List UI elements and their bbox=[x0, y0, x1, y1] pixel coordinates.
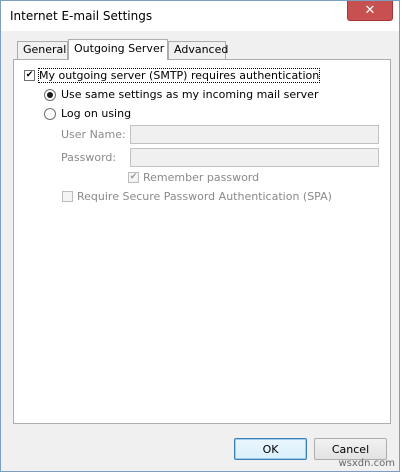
remember-password-label: Remember password bbox=[143, 171, 260, 184]
close-icon: ✕ bbox=[364, 3, 376, 18]
password-input[interactable] bbox=[130, 148, 379, 167]
title-bar: Internet E-mail Settings ✕ bbox=[1, 1, 399, 31]
dialog-window: Internet E-mail Settings ✕ General Outgo… bbox=[0, 0, 400, 472]
close-button[interactable]: ✕ bbox=[347, 1, 393, 21]
window-title: Internet E-mail Settings bbox=[10, 9, 153, 23]
same-settings-label: Use same settings as my incoming mail se… bbox=[61, 88, 319, 101]
tab-advanced[interactable]: Advanced bbox=[168, 41, 228, 59]
remember-password-check-icon: ✔ bbox=[128, 172, 139, 183]
require-spa-check-icon bbox=[62, 191, 73, 202]
smtp-auth-label: My outgoing server (SMTP) requires authe… bbox=[37, 68, 321, 83]
password-label: Password: bbox=[61, 151, 117, 164]
smtp-auth-checkbox[interactable]: ✔ My outgoing server (SMTP) requires aut… bbox=[24, 68, 321, 83]
require-spa-checkbox[interactable]: Require Secure Password Authentication (… bbox=[62, 190, 332, 203]
remember-password-checkbox[interactable]: ✔ Remember password bbox=[128, 171, 259, 184]
radio-selected-icon bbox=[44, 88, 56, 101]
radio-unselected-icon bbox=[44, 107, 56, 120]
same-settings-radio[interactable]: Use same settings as my incoming mail se… bbox=[44, 88, 318, 101]
log-on-using-radio[interactable]: Log on using bbox=[44, 107, 131, 120]
tab-outgoing-server[interactable]: Outgoing Server bbox=[68, 39, 168, 60]
smtp-auth-check-icon: ✔ bbox=[24, 70, 35, 81]
user-name-label: User Name: bbox=[61, 128, 126, 141]
tab-panel-outgoing-server: ✔ My outgoing server (SMTP) requires aut… bbox=[13, 59, 391, 424]
user-name-input[interactable] bbox=[130, 125, 379, 144]
log-on-using-label: Log on using bbox=[61, 107, 132, 120]
ok-button[interactable]: OK bbox=[234, 438, 307, 460]
require-spa-label: Require Secure Password Authentication (… bbox=[77, 190, 332, 203]
watermark-text: wsxdn.com bbox=[338, 458, 395, 469]
cancel-button[interactable]: Cancel bbox=[314, 438, 387, 460]
tab-general[interactable]: General bbox=[17, 41, 68, 59]
